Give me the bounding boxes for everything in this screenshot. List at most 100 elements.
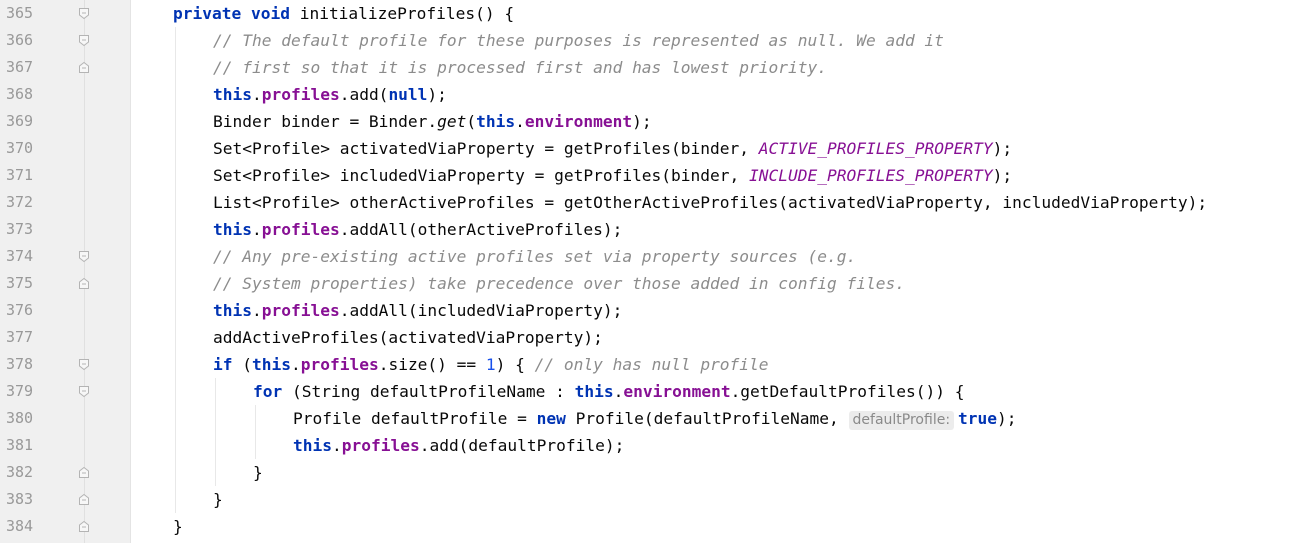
code-token: List<Profile> otherActiveProfiles = getO… xyxy=(213,193,1208,212)
fold-end-icon[interactable] xyxy=(78,466,90,479)
fold-start-icon[interactable] xyxy=(78,34,90,47)
code-line[interactable]: 378 if (this.profiles.size() == 1) { // o… xyxy=(0,351,1294,378)
code-line[interactable]: 375 // System properties) take precedence… xyxy=(0,270,1294,297)
field-token: profiles xyxy=(261,220,340,239)
comment-token: // Any pre-existing active profiles set … xyxy=(213,247,857,266)
code-token: . xyxy=(515,112,525,131)
code-text: // System properties) take precedence ov… xyxy=(213,270,905,297)
keyword-token: true xyxy=(958,409,998,428)
code-line[interactable]: 379 for (String defaultProfileName : this… xyxy=(0,378,1294,405)
code-text: this.profiles.add(null); xyxy=(213,81,447,108)
code-line[interactable]: 372 List<Profile> otherActiveProfiles = g… xyxy=(0,189,1294,216)
line-number[interactable]: 382 xyxy=(6,459,46,486)
field-token: profiles xyxy=(300,355,379,374)
fold-start-icon[interactable] xyxy=(78,250,90,263)
code-text: if (this.profiles.size() == 1) { // only… xyxy=(213,351,769,378)
code-token: . xyxy=(251,220,262,239)
code-line[interactable]: 377 addActiveProfiles(activatedViaPropert… xyxy=(0,324,1294,351)
fold-start-icon[interactable] xyxy=(78,385,90,398)
fold-end-icon[interactable] xyxy=(78,61,90,74)
comment-token: // first so that it is processed first a… xyxy=(213,58,827,77)
line-number[interactable]: 376 xyxy=(6,297,46,324)
code-token: } xyxy=(253,463,263,482)
keyword-token: this xyxy=(213,301,252,320)
field-token: environment xyxy=(524,112,633,131)
line-number[interactable]: 375 xyxy=(6,270,46,297)
code-line[interactable]: 384} xyxy=(0,513,1294,540)
line-number[interactable]: 374 xyxy=(6,243,46,270)
code-editor[interactable]: 365 private void initializeProfiles() {36… xyxy=(0,0,1294,543)
keyword-token: new xyxy=(536,409,576,428)
keyword-token: if xyxy=(213,355,243,374)
code-text: } xyxy=(213,486,223,513)
code-text: Binder binder = Binder.get(this.environm… xyxy=(213,108,652,135)
code-line[interactable]: 376 this.profiles.addAll(includedViaPrope… xyxy=(0,297,1294,324)
code-line[interactable]: 366 // The default profile for these purp… xyxy=(0,27,1294,54)
code-text: List<Profile> otherActiveProfiles = getO… xyxy=(213,189,1207,216)
line-number[interactable]: 365 xyxy=(6,0,46,27)
code-line[interactable]: 382} xyxy=(0,459,1294,486)
field-token: profiles xyxy=(261,301,340,320)
line-number[interactable]: 384 xyxy=(6,513,46,540)
code-line[interactable]: 365 private void initializeProfiles() { xyxy=(0,0,1294,27)
line-number[interactable]: 381 xyxy=(6,432,46,459)
fold-start-icon[interactable] xyxy=(78,7,90,20)
code-text: for (String defaultProfileName : this.en… xyxy=(253,378,964,405)
code-token: ); xyxy=(997,409,1017,428)
code-line[interactable]: 370 Set<Profile> activatedViaProperty = g… xyxy=(0,135,1294,162)
parameter-hint: defaultProfile: xyxy=(848,411,955,430)
code-text: // first so that it is processed first a… xyxy=(213,54,827,81)
code-text: addActiveProfiles(activatedViaProperty); xyxy=(213,324,603,351)
keyword-token: this xyxy=(574,382,614,401)
static-call-token: get xyxy=(437,112,467,131)
line-number[interactable]: 378 xyxy=(6,351,46,378)
fold-end-icon[interactable] xyxy=(78,520,90,533)
line-number[interactable]: 373 xyxy=(6,216,46,243)
code-line[interactable]: 371 Set<Profile> includedViaProperty = ge… xyxy=(0,162,1294,189)
code-token: Set<Profile> activatedViaProperty = getP… xyxy=(213,139,759,158)
code-token: .add( xyxy=(339,85,389,104)
code-token: .add(defaultProfile); xyxy=(419,436,625,455)
line-number[interactable]: 377 xyxy=(6,324,46,351)
line-number[interactable]: 366 xyxy=(6,27,46,54)
code-token: ); xyxy=(632,112,652,131)
code-text: // The default profile for these purpose… xyxy=(213,27,944,54)
code-line[interactable]: 380 Profile defaultProfile = new Profile(… xyxy=(0,405,1294,432)
code-token: .getDefaultProfiles()) { xyxy=(730,382,965,401)
line-number[interactable]: 369 xyxy=(6,108,46,135)
keyword-token: this xyxy=(213,220,252,239)
line-number[interactable]: 380 xyxy=(6,405,46,432)
fold-end-icon[interactable] xyxy=(78,493,90,506)
code-line[interactable]: 374 // Any pre-existing active profiles s… xyxy=(0,243,1294,270)
code-token: . xyxy=(613,382,624,401)
line-number[interactable]: 370 xyxy=(6,135,46,162)
keyword-token: private void xyxy=(173,4,300,23)
field-token: environment xyxy=(623,382,731,401)
code-line[interactable]: 381 this.profiles.add(defaultProfile); xyxy=(0,432,1294,459)
code-line[interactable]: 367 // first so that it is processed firs… xyxy=(0,54,1294,81)
code-text: } xyxy=(253,459,263,486)
fold-end-icon[interactable] xyxy=(78,277,90,290)
code-text: this.profiles.add(defaultProfile); xyxy=(293,432,624,459)
code-text: this.profiles.addAll(includedViaProperty… xyxy=(213,297,622,324)
line-number[interactable]: 383 xyxy=(6,486,46,513)
line-number[interactable]: 367 xyxy=(6,54,46,81)
line-number[interactable]: 372 xyxy=(6,189,46,216)
line-number[interactable]: 368 xyxy=(6,81,46,108)
line-number[interactable]: 379 xyxy=(6,378,46,405)
code-token: . xyxy=(290,355,301,374)
code-line[interactable]: 373 this.profiles.addAll(otherActiveProfi… xyxy=(0,216,1294,243)
code-text: Profile defaultProfile = new Profile(def… xyxy=(293,405,1017,432)
keyword-token: this xyxy=(476,112,516,131)
constant-token: INCLUDE_PROFILES_PROPERTY xyxy=(749,166,993,185)
fold-start-icon[interactable] xyxy=(78,358,90,371)
code-text: this.profiles.addAll(otherActiveProfiles… xyxy=(213,216,622,243)
code-text: } xyxy=(173,513,183,540)
code-token: .addAll(otherActiveProfiles); xyxy=(339,220,623,239)
code-line[interactable]: 383} xyxy=(0,486,1294,513)
code-token: } xyxy=(173,517,183,536)
code-line[interactable]: 368 this.profiles.add(null); xyxy=(0,81,1294,108)
code-text: // Any pre-existing active profiles set … xyxy=(213,243,856,270)
line-number[interactable]: 371 xyxy=(6,162,46,189)
code-line[interactable]: 369 Binder binder = Binder.get(this.envir… xyxy=(0,108,1294,135)
